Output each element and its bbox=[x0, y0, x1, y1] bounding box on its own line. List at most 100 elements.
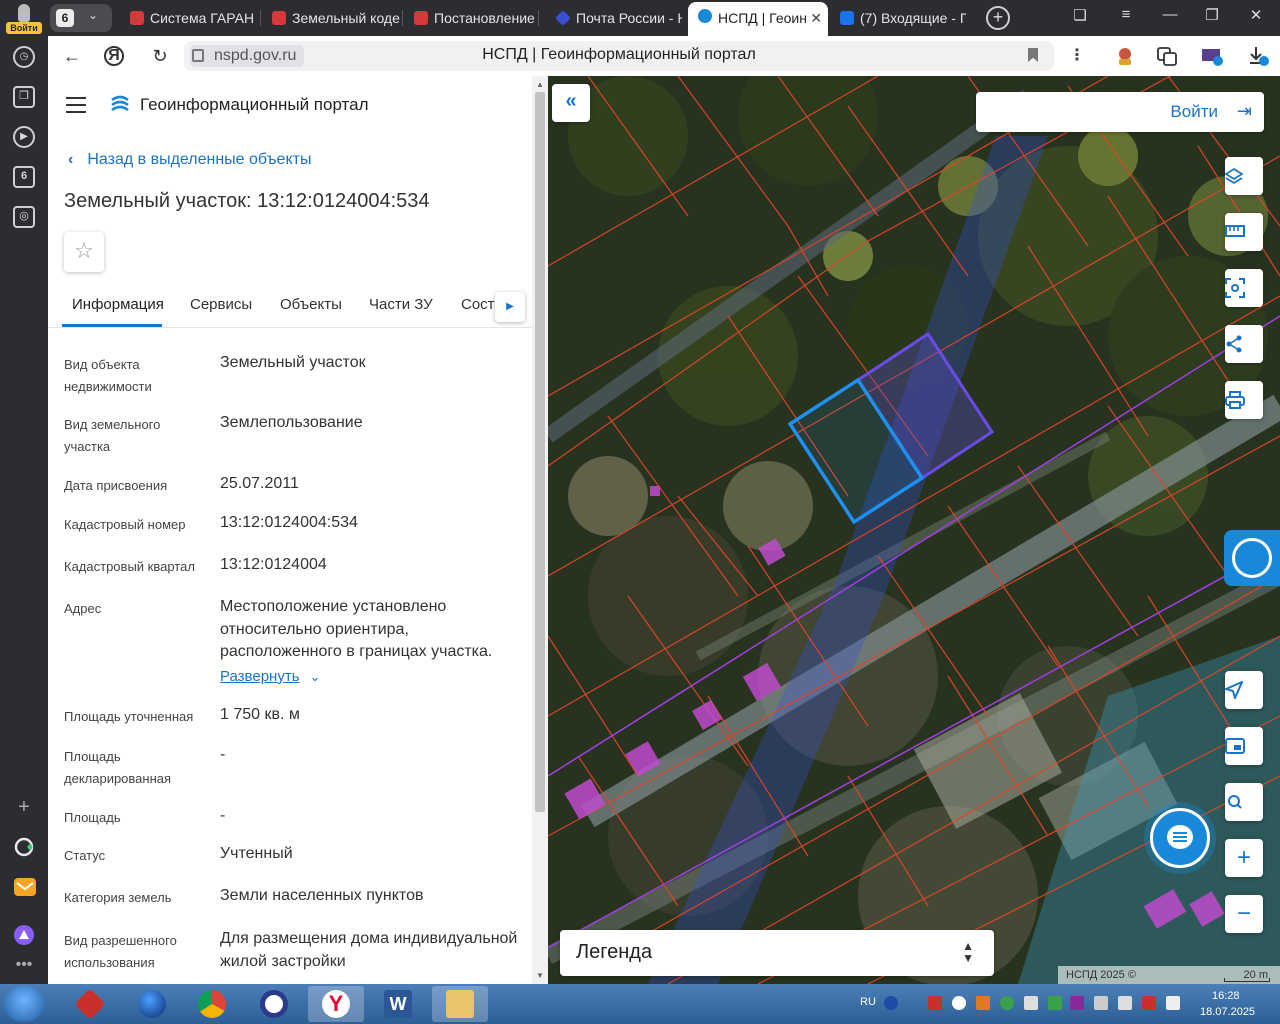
minimap-icon[interactable] bbox=[1225, 727, 1263, 765]
downloads-icon[interactable] bbox=[1246, 45, 1269, 67]
reload-icon[interactable]: ↻ bbox=[148, 44, 172, 68]
back-arrow-icon[interactable]: ← bbox=[60, 44, 84, 68]
taskbar-app-red[interactable] bbox=[62, 986, 118, 1022]
help-tray-icon[interactable] bbox=[884, 996, 898, 1010]
signal-tray-icon[interactable] bbox=[928, 996, 942, 1010]
security-tray-icon[interactable] bbox=[1000, 996, 1014, 1010]
tab-objects[interactable]: Объекты bbox=[280, 296, 342, 313]
search-location-icon[interactable] bbox=[1225, 783, 1263, 821]
yandex-tray-icon[interactable] bbox=[952, 996, 966, 1010]
tab-inbox[interactable]: (7) Входящие - Г bbox=[830, 4, 966, 32]
ruler-icon[interactable] bbox=[1225, 213, 1263, 251]
tab-russian-post[interactable]: Почта России - Н bbox=[546, 4, 682, 32]
layers-icon[interactable] bbox=[1225, 157, 1263, 195]
taskbar-explorer[interactable] bbox=[432, 986, 488, 1022]
language-indicator[interactable]: RU bbox=[860, 996, 876, 1008]
close-tab-icon[interactable]: ✕ bbox=[810, 2, 822, 34]
zoom-out-button[interactable]: − bbox=[1225, 895, 1263, 933]
help-widget-button[interactable] bbox=[1224, 530, 1280, 586]
address-text: Местоположение установлено относительно … bbox=[220, 598, 493, 660]
screenshot-icon[interactable]: ◎ bbox=[13, 206, 35, 228]
more-icon[interactable]: ••• bbox=[13, 954, 35, 976]
field-value: Земли населенных пунктов bbox=[220, 887, 424, 904]
panel-scrollbar[interactable]: ▲ ▼ bbox=[532, 76, 548, 984]
media-play-icon[interactable]: ▶ bbox=[13, 126, 35, 148]
scroll-down-icon[interactable]: ▼ bbox=[536, 971, 544, 980]
collections-icon[interactable]: ❐ bbox=[13, 86, 35, 108]
url-field[interactable]: НСПД | Геоинформационный портал nspd.gov… bbox=[184, 41, 1054, 71]
minimize-icon[interactable]: — bbox=[1158, 6, 1182, 23]
extension-badge-icon[interactable] bbox=[1200, 45, 1223, 67]
alice-icon[interactable] bbox=[13, 836, 35, 858]
nspd-favicon-icon bbox=[698, 9, 712, 23]
new-tab-button[interactable]: + bbox=[986, 6, 1010, 30]
history-icon[interactable]: ◷ bbox=[13, 46, 35, 68]
collapse-panel-button[interactable]: « bbox=[552, 84, 590, 122]
field-key: Категория земель bbox=[64, 890, 172, 905]
kebab-menu-icon[interactable]: ⋮ bbox=[1066, 45, 1088, 67]
tab-parcel-parts[interactable]: Части ЗУ bbox=[369, 296, 433, 313]
tab-strip: 6 ⌄ Система ГАРАН Земельный кодe Постано… bbox=[48, 0, 1280, 36]
app-tray-icon[interactable] bbox=[976, 996, 990, 1010]
tab-resolution[interactable]: Постановление bbox=[404, 4, 536, 32]
tabs-panel-icon[interactable]: ❏ bbox=[1068, 6, 1092, 24]
field-key: Кадастровый квартал bbox=[64, 559, 195, 574]
chat-button[interactable] bbox=[1150, 808, 1210, 868]
geolocation-icon[interactable] bbox=[1225, 671, 1263, 709]
start-button[interactable] bbox=[4, 986, 44, 1022]
tab-nspd[interactable]: НСПД | Геоин ✕ bbox=[688, 2, 828, 36]
mail-icon[interactable] bbox=[13, 876, 36, 898]
tab-land-code[interactable]: Земельный кодe bbox=[262, 4, 400, 32]
browser-login-button[interactable]: Войти bbox=[4, 2, 44, 34]
scroll-up-icon[interactable]: ▲ bbox=[536, 80, 544, 89]
share-icon[interactable] bbox=[1225, 325, 1263, 363]
muted-tray-icon[interactable] bbox=[1142, 996, 1156, 1010]
taskbar-chrome[interactable] bbox=[184, 986, 240, 1022]
onenote-tray-icon[interactable] bbox=[1070, 996, 1084, 1010]
field-value: 13:12:0124004:534 bbox=[220, 514, 358, 531]
taskbar-word[interactable]: W bbox=[370, 986, 426, 1022]
extension-icon[interactable] bbox=[1114, 45, 1136, 67]
check-tray-icon[interactable] bbox=[1048, 996, 1062, 1010]
legend-toggle[interactable]: Легенда ▲ ▼ bbox=[560, 930, 994, 976]
field-key: Кадастровый номер bbox=[64, 517, 186, 532]
close-window-icon[interactable]: ✕ bbox=[1244, 6, 1268, 24]
notification-tray-icon[interactable] bbox=[1166, 996, 1180, 1010]
tab-garant[interactable]: Система ГАРАН bbox=[120, 4, 258, 32]
volume-tray-icon[interactable] bbox=[1024, 996, 1038, 1010]
tabs-scroll-right-button[interactable]: ▶ bbox=[495, 292, 525, 322]
field-value: Для размещения дома индивидуальной жилой… bbox=[220, 930, 518, 970]
taskbar-yandex-browser[interactable]: Y bbox=[308, 986, 364, 1022]
back-to-selected-link[interactable]: ‹ Назад в выделенные объекты bbox=[68, 151, 311, 169]
tab-information[interactable]: Информация bbox=[72, 296, 164, 313]
restore-icon[interactable]: ❐ bbox=[1200, 6, 1224, 24]
hamburger-menu-icon[interactable] bbox=[66, 97, 86, 113]
print-icon[interactable] bbox=[1225, 381, 1263, 419]
add-panel-icon[interactable]: + bbox=[13, 796, 35, 818]
tab-services[interactable]: Сервисы bbox=[190, 296, 252, 313]
assistant-icon[interactable] bbox=[13, 924, 35, 946]
map-login-button[interactable]: Войти ⇥ bbox=[976, 92, 1264, 132]
field-value: - bbox=[220, 746, 226, 763]
map-view[interactable]: « Войти ⇥ + − Легенда ▲▼ НСПД 2025 © 20 bbox=[548, 76, 1280, 984]
attribution-text: НСПД 2025 © bbox=[1066, 969, 1136, 981]
tab-group-badge[interactable]: 6 bbox=[13, 166, 35, 188]
expand-link[interactable]: Развернуть ⌄ bbox=[220, 666, 530, 689]
area-select-icon[interactable] bbox=[1225, 269, 1263, 307]
speaker-tray-icon[interactable] bbox=[1118, 996, 1132, 1010]
lock-icon bbox=[192, 49, 204, 62]
favorite-star-button[interactable]: ☆ bbox=[64, 232, 104, 272]
taskbar-app-globe[interactable] bbox=[124, 986, 180, 1022]
clock-date[interactable]: 18.07.2025 bbox=[1200, 1006, 1255, 1018]
yandex-icon[interactable]: Я bbox=[104, 46, 124, 66]
network-tray-icon[interactable] bbox=[1094, 996, 1108, 1010]
translate-icon[interactable] bbox=[1156, 45, 1178, 67]
browser-login-label: Войти bbox=[6, 22, 42, 34]
menu-icon[interactable]: ≡ bbox=[1114, 6, 1138, 23]
taskbar-app-c[interactable] bbox=[246, 986, 302, 1022]
zoom-in-button[interactable]: + bbox=[1225, 839, 1263, 877]
legend-label: Легенда bbox=[576, 941, 653, 963]
scrollbar-thumb[interactable] bbox=[535, 92, 545, 812]
clock-time[interactable]: 16:28 bbox=[1212, 990, 1240, 1002]
tab-counter-button[interactable]: 6 ⌄ bbox=[50, 4, 112, 32]
